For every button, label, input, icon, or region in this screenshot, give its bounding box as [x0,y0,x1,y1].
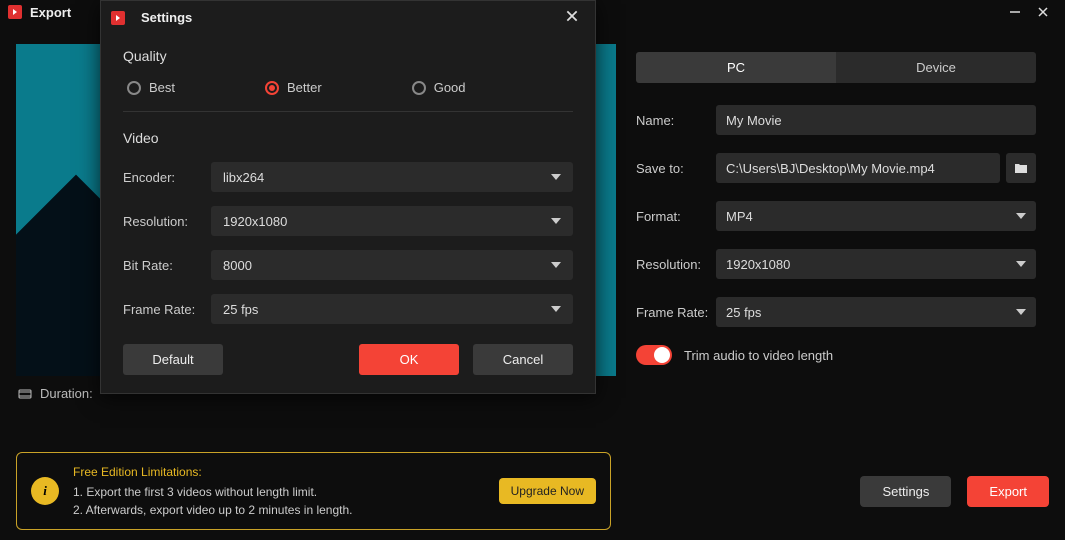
close-icon [565,9,579,23]
framerate-label: Frame Rate: [636,305,716,320]
name-label: Name: [636,113,716,128]
dlg-framerate-select[interactable]: 25 fps [211,294,573,324]
saveto-value: C:\Users\BJ\Desktop\My Movie.mp4 [726,161,935,176]
upgrade-button[interactable]: Upgrade Now [499,478,596,504]
dialog-app-icon [111,11,125,25]
name-value: My Movie [726,113,782,128]
quality-best-label: Best [149,80,175,95]
encoder-select[interactable]: libx264 [211,162,573,192]
tab-pc[interactable]: PC [636,52,836,83]
window-title: Export [30,5,71,20]
settings-button[interactable]: Settings [860,476,951,507]
encoder-label: Encoder: [123,170,211,185]
resolution-value: 1920x1080 [726,257,790,272]
saveto-label: Save to: [636,161,716,176]
minimize-button[interactable] [1001,2,1029,22]
framerate-value: 25 fps [726,305,761,320]
duration-label: Duration: [40,386,93,401]
free-limitations-banner: i Free Edition Limitations: 1. Export th… [16,452,611,530]
dlg-resolution-label: Resolution: [123,214,211,229]
quality-section-title: Quality [123,48,573,64]
format-value: MP4 [726,209,753,224]
resolution-label: Resolution: [636,257,716,272]
folder-icon [1014,161,1028,175]
target-tabs: PC Device [636,52,1036,83]
dlg-framerate-value: 25 fps [223,302,258,317]
dlg-framerate-label: Frame Rate: [123,302,211,317]
quality-radio-best[interactable]: Best [127,80,175,95]
saveto-input[interactable]: C:\Users\BJ\Desktop\My Movie.mp4 [716,153,1000,183]
cancel-button[interactable]: Cancel [473,344,573,375]
ok-button[interactable]: OK [359,344,459,375]
app-icon [8,5,22,19]
quality-good-label: Good [434,80,466,95]
limitations-line1: 1. Export the first 3 videos without len… [73,483,485,501]
trim-audio-toggle[interactable] [636,345,672,365]
limitations-line2: 2. Afterwards, export video up to 2 minu… [73,501,485,519]
format-select[interactable]: MP4 [716,201,1036,231]
quality-radio-good[interactable]: Good [412,80,466,95]
trim-audio-label: Trim audio to video length [684,348,833,363]
info-icon: i [31,477,59,505]
framerate-select[interactable]: 25 fps [716,297,1036,327]
dlg-resolution-select[interactable]: 1920x1080 [211,206,573,236]
encoder-value: libx264 [223,170,264,185]
quality-better-label: Better [287,80,322,95]
browse-button[interactable] [1006,153,1036,183]
default-button[interactable]: Default [123,344,223,375]
dlg-resolution-value: 1920x1080 [223,214,287,229]
dialog-title: Settings [141,10,192,25]
close-button[interactable] [1029,2,1057,22]
bitrate-value: 8000 [223,258,252,273]
limitations-title: Free Edition Limitations: [73,463,485,481]
resolution-select[interactable]: 1920x1080 [716,249,1036,279]
format-label: Format: [636,209,716,224]
bitrate-select[interactable]: 8000 [211,250,573,280]
tab-device[interactable]: Device [836,52,1036,83]
settings-dialog: Settings Quality Best Better Good Video … [100,0,596,394]
bitrate-label: Bit Rate: [123,258,211,273]
video-section-title: Video [123,130,573,146]
dialog-close-button[interactable] [559,7,585,28]
name-input[interactable]: My Movie [716,105,1036,135]
quality-radio-better[interactable]: Better [265,80,322,95]
export-button[interactable]: Export [967,476,1049,507]
duration-icon [18,387,32,401]
